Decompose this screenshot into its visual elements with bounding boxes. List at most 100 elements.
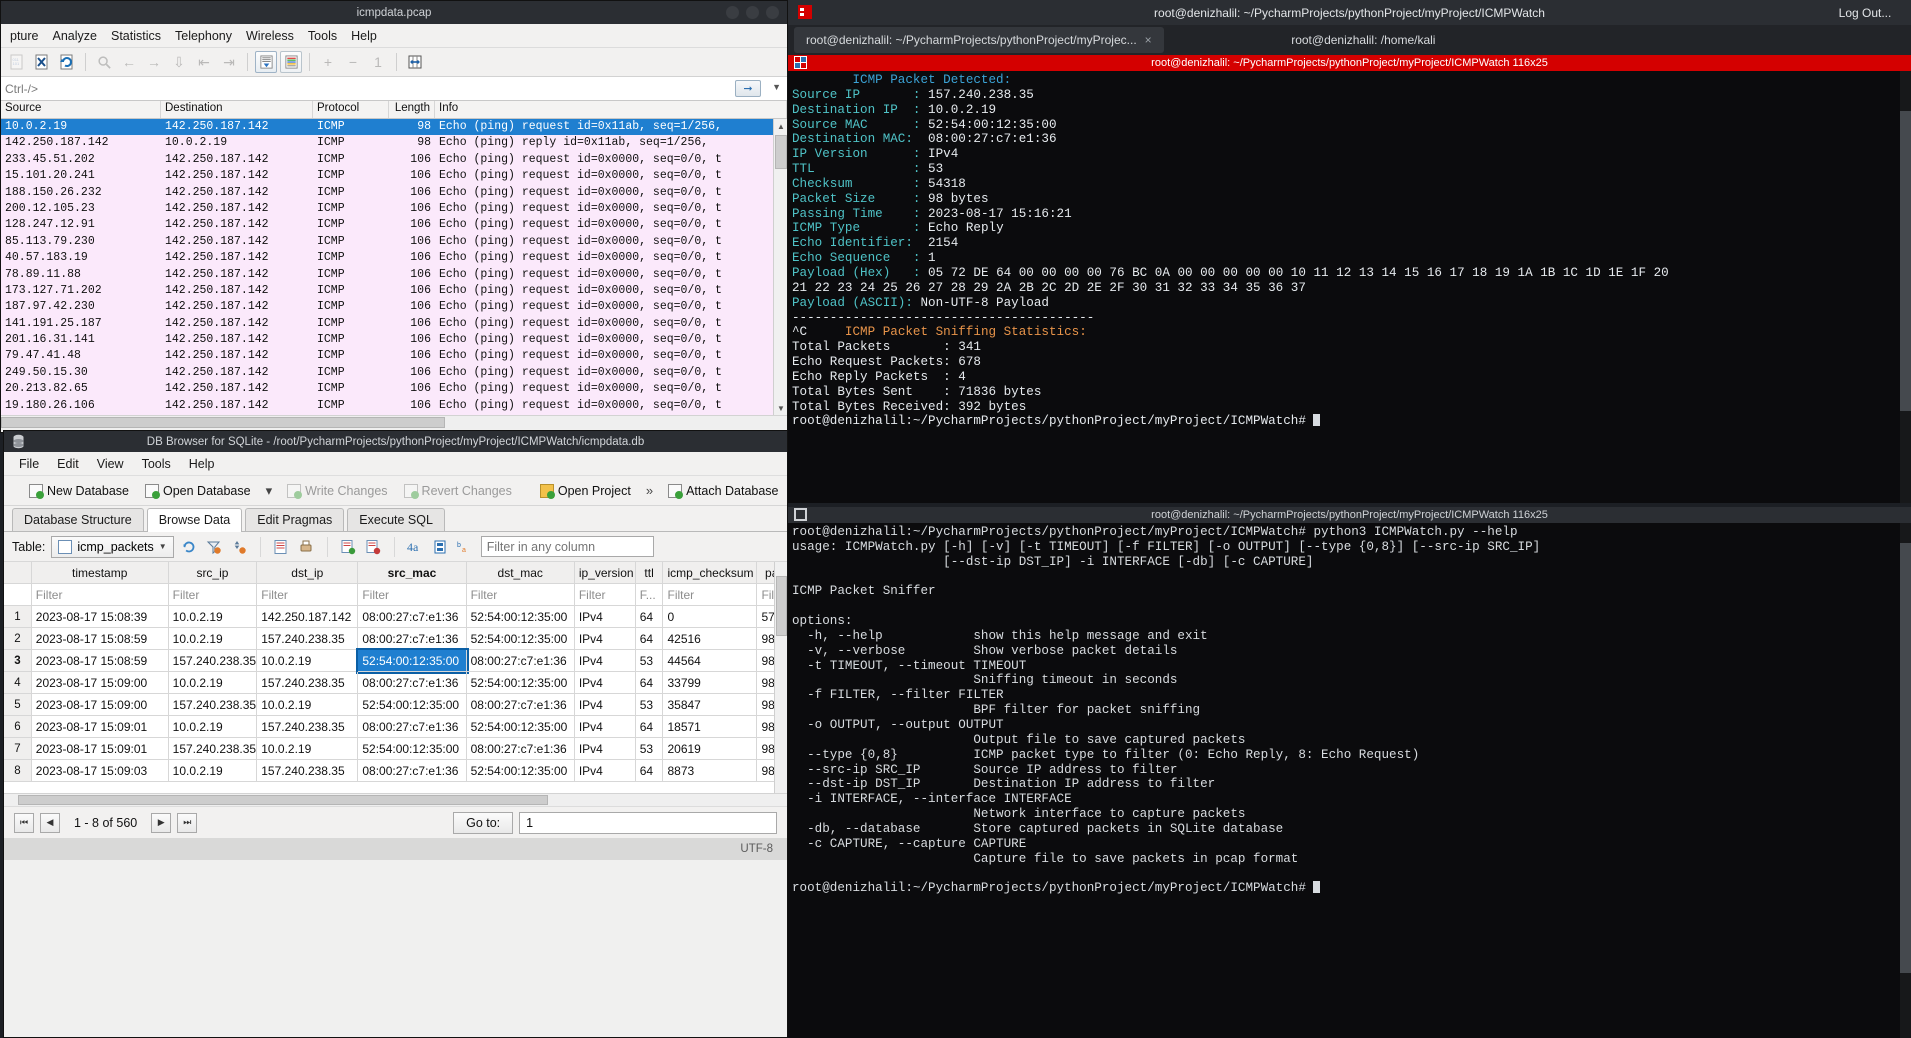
table-cell-dst_ip[interactable]: 157.240.238.35 — [257, 672, 359, 694]
last-page-button[interactable]: ⏭ — [177, 812, 198, 833]
table-cell-icmp_checksum[interactable]: 8873 — [663, 760, 758, 782]
table-cell-dst_mac[interactable]: 52:54:00:12:35:00 — [466, 606, 575, 628]
column-filter-dst_ip[interactable]: Filter — [257, 584, 359, 606]
table-cell-timestamp[interactable]: 2023-08-17 15:09:00 — [31, 672, 169, 694]
table-row[interactable]: 2 2023-08-17 15:08:59 10.0.2.19 157.240.238… — [4, 628, 787, 650]
row-number[interactable]: 4 — [4, 672, 32, 694]
go-last-packet-icon[interactable]: ⇥ — [218, 51, 240, 73]
table-cell-ip_version[interactable]: IPv4 — [574, 694, 636, 716]
goto-input[interactable] — [519, 811, 778, 834]
refresh-icon[interactable] — [180, 537, 199, 556]
table-cell-timestamp[interactable]: 2023-08-17 15:08:59 — [31, 650, 169, 672]
table-cell-dst_mac[interactable]: 08:00:27:c7:e1:36 — [466, 738, 575, 760]
table-cell-icmp_checksum[interactable]: 44564 — [663, 650, 758, 672]
wireshark-display-filter[interactable]: Ctrl-/> ➞ ▼ — [1, 77, 787, 101]
reload-capture-icon[interactable] — [56, 51, 78, 73]
go-to-packet-icon[interactable]: ⇩ — [168, 51, 190, 73]
row-number[interactable]: 8 — [4, 760, 32, 782]
table-row[interactable]: 8 2023-08-17 15:09:03 10.0.2.19 157.240.238… — [4, 760, 787, 782]
table-cell-icmp_checksum[interactable]: 33799 — [663, 672, 758, 694]
table-cell-dst_mac[interactable]: 52:54:00:12:35:00 — [466, 716, 575, 738]
table-cell-src_mac[interactable]: 08:00:27:c7:e1:36 — [358, 760, 467, 782]
table-cell-dst_ip[interactable]: 10.0.2.19 — [257, 694, 359, 716]
toolbar-overflow-icon[interactable]: » — [640, 483, 659, 498]
table-cell-dst_mac[interactable]: 08:00:27:c7:e1:36 — [466, 694, 575, 716]
terminal-bottom-scrollbar[interactable] — [1900, 523, 1911, 1038]
binary-mode-icon[interactable] — [431, 537, 450, 556]
close-icon[interactable]: × — [1145, 33, 1152, 47]
go-forward-icon[interactable]: → — [143, 51, 165, 73]
table-cell-icmp_checksum[interactable]: 35847 — [663, 694, 758, 716]
delete-record-icon[interactable] — [364, 537, 383, 556]
table-select[interactable]: icmp_packets ▼ — [51, 535, 174, 558]
table-cell-ip_version[interactable]: IPv4 — [574, 672, 636, 694]
column-header-icmp_checksum[interactable]: icmp_checksum — [663, 562, 758, 584]
data-grid-scrollbar[interactable] — [774, 562, 787, 793]
column-header-dst_ip[interactable]: dst_ip — [257, 562, 359, 584]
column-filter-icmp_checksum[interactable]: Filter — [663, 584, 758, 606]
table-cell-dst_ip[interactable]: 10.0.2.19 — [257, 738, 359, 760]
table-row[interactable]: 3 2023-08-17 15:08:59 157.240.238.35 10.0.2… — [4, 648, 787, 674]
column-filter-src_mac[interactable]: Filter — [358, 584, 467, 606]
data-grid-scrollbar-thumb[interactable] — [776, 576, 787, 636]
packet-row[interactable]: 187.97.42.230 142.250.187.142 ICMP 106 Echo … — [1, 299, 787, 316]
table-cell-ip_version[interactable]: IPv4 — [574, 606, 636, 628]
table-cell-ip_version[interactable]: IPv4 — [574, 760, 636, 782]
table-cell-ttl[interactable]: 53 — [635, 738, 664, 760]
table-row[interactable]: 6 2023-08-17 15:09:01 10.0.2.19 157.240.238… — [4, 716, 787, 738]
table-cell-src_ip[interactable]: 157.240.238.35 — [168, 694, 258, 716]
row-number[interactable]: 1 — [4, 606, 32, 628]
clear-filters-icon[interactable] — [205, 537, 224, 556]
go-back-icon[interactable]: ← — [118, 51, 140, 73]
table-cell-src_ip[interactable]: 157.240.238.35 — [168, 650, 258, 672]
table-cell-dst_ip[interactable]: 157.240.238.35 — [257, 716, 359, 738]
open-database-button[interactable]: Open Database — [138, 481, 258, 501]
table-cell-dst_ip[interactable]: 157.240.238.35 — [257, 628, 359, 650]
scroll-up-icon[interactable]: ▲ — [774, 119, 787, 133]
table-cell-src_ip[interactable]: 10.0.2.19 — [168, 628, 258, 650]
attach-database-button[interactable]: Attach Database — [661, 481, 785, 501]
packet-list-hscrollbar[interactable] — [1, 415, 787, 429]
sort-icon[interactable]: ba — [456, 537, 475, 556]
db-menu-file[interactable]: File — [10, 455, 48, 473]
column-header-ttl[interactable]: ttl — [635, 562, 664, 584]
packet-row[interactable]: 20.213.82.65 142.250.187.142 ICMP 106 Echo (… — [1, 381, 787, 398]
scroll-down-icon[interactable]: ▼ — [774, 401, 787, 415]
apply-filter-icon[interactable]: ➞ — [735, 80, 761, 97]
row-number[interactable]: 5 — [4, 694, 32, 716]
column-header-info[interactable]: Info — [435, 101, 787, 118]
column-filter-timestamp[interactable]: Filter — [31, 584, 169, 606]
column-header-timestamp[interactable]: timestamp — [31, 562, 169, 584]
column-filter-ttl[interactable]: F... — [635, 584, 664, 606]
packet-row[interactable]: 142.250.187.142 10.0.2.19 ICMP 98 Echo (ping… — [1, 135, 787, 152]
menu-capture[interactable]: pture — [3, 27, 46, 45]
table-row[interactable]: 7 2023-08-17 15:09:01 157.240.238.35 10.0.2… — [4, 738, 787, 760]
table-cell-ttl[interactable]: 64 — [635, 672, 664, 694]
table-cell-ttl[interactable]: 64 — [635, 606, 664, 628]
table-cell-icmp_checksum[interactable]: 18571 — [663, 716, 758, 738]
tab-browse-data[interactable]: Browse Data — [146, 508, 243, 532]
table-cell-icmp_checksum[interactable]: 20619 — [663, 738, 758, 760]
row-number[interactable]: 3 — [4, 650, 32, 672]
logout-button[interactable]: Log Out... — [1819, 0, 1911, 25]
zoom-reset-icon[interactable]: 1 — [367, 51, 389, 73]
maximize-button[interactable] — [746, 6, 759, 19]
hscrollbar-thumb[interactable] — [1, 417, 445, 428]
packet-list-scrollbar[interactable]: ▲ ▼ — [773, 119, 787, 415]
insert-record-icon[interactable] — [272, 537, 291, 556]
text-mode-icon[interactable]: 4a — [406, 537, 425, 556]
prev-page-button[interactable]: ◀ — [40, 812, 60, 833]
table-cell-dst_mac[interactable]: 52:54:00:12:35:00 — [466, 628, 575, 650]
packet-row[interactable]: 85.113.79.230 142.250.187.142 ICMP 106 Echo … — [1, 233, 787, 251]
menu-statistics[interactable]: Statistics — [104, 27, 168, 45]
table-cell-ip_version[interactable]: IPv4 — [574, 738, 636, 760]
packet-row[interactable]: 15.101.20.241 142.250.187.142 ICMP 106 Echo … — [1, 168, 787, 185]
table-cell-dst_mac[interactable]: 52:54:00:12:35:00 — [466, 672, 575, 694]
filter-dropdown-icon[interactable]: ▼ — [772, 82, 781, 92]
column-header-ip_version[interactable]: ip_version — [574, 562, 636, 584]
tab-database-structure[interactable]: Database Structure — [12, 508, 144, 531]
table-cell-src_mac[interactable]: 52:54:00:12:35:00 — [356, 648, 469, 674]
packet-row[interactable]: 233.45.51.202 142.250.187.142 ICMP 106 Echo … — [1, 151, 787, 169]
packet-row[interactable]: 188.150.26.232 142.250.187.142 ICMP 106 Echo… — [1, 184, 787, 201]
autoscroll-icon[interactable] — [255, 51, 277, 73]
